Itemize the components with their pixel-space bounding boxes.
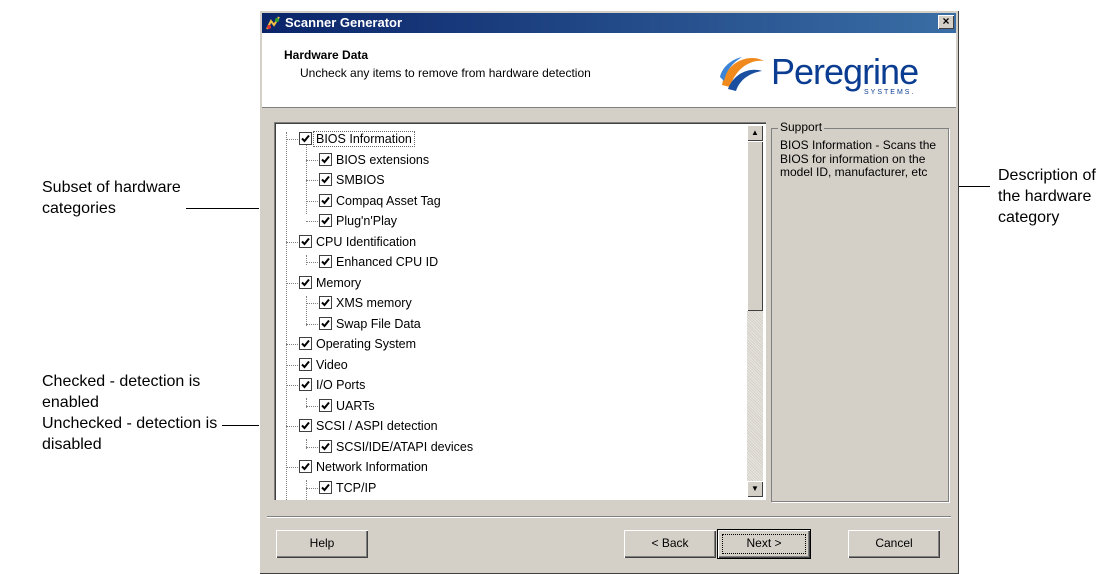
- tree-item-label: Compaq Asset Tag: [336, 193, 441, 208]
- tree-connector: [286, 364, 298, 366]
- tree-connector: [306, 303, 318, 304]
- tree-item-label: BIOS Information: [313, 131, 415, 147]
- scroll-down-button[interactable]: ▼: [747, 481, 763, 497]
- tree-connector: [286, 426, 298, 427]
- page-title: Hardware Data: [284, 48, 369, 62]
- button-separator: [267, 516, 951, 518]
- support-groupbox: Support BIOS Information - Scans the BIO…: [771, 120, 949, 502]
- back-button[interactable]: < Back: [624, 530, 716, 558]
- support-legend: Support: [778, 120, 825, 134]
- checkbox-checked-icon[interactable]: [319, 316, 332, 330]
- tree-connector: [286, 282, 298, 284]
- tree-item-label: Plug'n'Play: [336, 214, 398, 228]
- tree-connector: [306, 200, 318, 202]
- checkbox-checked-icon[interactable]: [299, 419, 312, 432]
- annotation-checked-text-2: enabled: [42, 394, 99, 411]
- checkbox-checked-icon[interactable]: [299, 234, 312, 248]
- annotation-description-text-3: category: [998, 209, 1060, 226]
- next-button[interactable]: Next >: [718, 530, 810, 558]
- checkbox-checked-icon[interactable]: [319, 193, 332, 207]
- scroll-thumb[interactable]: [747, 141, 763, 311]
- annotation-description-text-2: the hardware: [998, 188, 1092, 205]
- annotation-unchecked-text-2: disabled: [42, 436, 102, 453]
- tree-connector: [306, 180, 318, 181]
- help-button[interactable]: Help: [276, 530, 368, 558]
- checkbox-checked-icon[interactable]: [299, 460, 312, 473]
- back-button-label: < Back: [651, 536, 689, 550]
- page-subtitle: Uncheck any items to remove from hardwar…: [300, 66, 591, 80]
- logo-text: Peregrine: [771, 51, 919, 92]
- scanner-app-icon: [266, 16, 280, 30]
- tree-connector: [286, 385, 298, 386]
- scroll-up-button[interactable]: ▲: [747, 125, 763, 141]
- tree-item-label: Video: [316, 357, 348, 372]
- annotation-subset-text: Subset of hardware categories: [42, 179, 181, 217]
- tree-item-label: SMBIOS: [336, 173, 385, 187]
- tree-item-label: SCSI / ASPI detection: [316, 419, 438, 433]
- checkbox-checked-icon[interactable]: [319, 296, 332, 309]
- tree-item-label: UARTs: [336, 398, 375, 413]
- annotation-unchecked-text-1: Unchecked - detection is: [42, 415, 218, 432]
- tree-item-label: Network Information: [316, 460, 428, 474]
- tree-item-label: SCSI/IDE/ATAPI devices: [336, 439, 474, 454]
- cancel-button[interactable]: Cancel: [848, 530, 940, 558]
- tree-connector: [286, 241, 298, 243]
- window-title: Scanner Generator: [285, 15, 403, 30]
- tree-scrollbar[interactable]: ▲ ▼: [747, 125, 763, 497]
- tree-item-label: Operating System: [316, 337, 417, 351]
- checkbox-checked-icon[interactable]: [319, 214, 332, 227]
- annotation-subset: Subset of hardware categories: [42, 177, 182, 219]
- peregrine-swoosh-icon: [720, 57, 764, 91]
- annotation-checked-text-1: Checked - detection is: [42, 373, 201, 390]
- tree-item-label: Memory: [316, 275, 362, 290]
- tree-connector: [306, 323, 318, 325]
- tree-item-label: Enhanced CPU ID: [336, 255, 439, 269]
- title-bar[interactable]: Scanner Generator ×: [262, 13, 956, 33]
- help-button-label: Help: [309, 536, 335, 550]
- tree-item-label: CPU Identification: [316, 234, 417, 249]
- checkbox-checked-icon[interactable]: [299, 337, 312, 350]
- checkbox-checked-icon[interactable]: [319, 255, 332, 268]
- tree-item-label: I/O Ports: [316, 378, 366, 392]
- checkbox-checked-icon[interactable]: [299, 275, 312, 289]
- peregrine-logo: Peregrine SYSTEMS.: [716, 51, 946, 101]
- checkbox-checked-icon[interactable]: [299, 132, 312, 145]
- annotation-description-text-1: Description of: [998, 167, 1096, 184]
- checkbox-checked-icon[interactable]: [319, 480, 332, 494]
- hardware-category-tree[interactable]: BIOS Information BIOS extensions SMBIOS Com…: [274, 122, 766, 500]
- tree-connector: [286, 344, 298, 345]
- arrow-down-icon: ▼: [751, 484, 759, 493]
- tree-item-label: BIOS extensions: [336, 152, 430, 167]
- annotation-description: Description of the hardware category: [998, 165, 1096, 228]
- tree-connector: [306, 262, 318, 263]
- checkbox-checked-icon[interactable]: [319, 398, 332, 412]
- tree-item-label: TCP/IP: [336, 480, 377, 495]
- annotation-checked: Checked - detection is enabled Unchecked…: [42, 371, 217, 455]
- tree-connector: [306, 405, 318, 407]
- logo-subtext: SYSTEMS.: [864, 89, 916, 96]
- tree-connector: [306, 487, 318, 489]
- checkbox-checked-icon[interactable]: [299, 378, 312, 391]
- next-button-label: Next >: [746, 536, 782, 550]
- tree-item-label: Swap File Data: [336, 316, 421, 331]
- checkbox-checked-icon[interactable]: [319, 173, 332, 186]
- arrow-up-icon: ▲: [751, 128, 759, 137]
- tree-connector: [306, 446, 318, 448]
- close-button[interactable]: ×: [938, 15, 954, 29]
- tree-item-label: XMS memory: [336, 296, 412, 310]
- category-description: BIOS Information - Scans the BIOS for in…: [780, 138, 937, 179]
- cancel-button-label: Cancel: [875, 536, 913, 550]
- tree-connector: [286, 467, 298, 468]
- tree-connector: [306, 159, 318, 161]
- close-icon: ×: [942, 14, 950, 28]
- scanner-generator-dialog: Scanner Generator × Hardware Data Unchec…: [259, 10, 959, 574]
- checkbox-checked-icon[interactable]: [319, 439, 332, 453]
- wizard-header: Hardware Data Uncheck any items to remov…: [262, 33, 956, 108]
- checkbox-checked-icon[interactable]: [319, 152, 332, 166]
- checkbox-checked-icon[interactable]: [299, 357, 312, 371]
- tree-connector: [306, 221, 318, 222]
- tree-connector: [286, 139, 298, 140]
